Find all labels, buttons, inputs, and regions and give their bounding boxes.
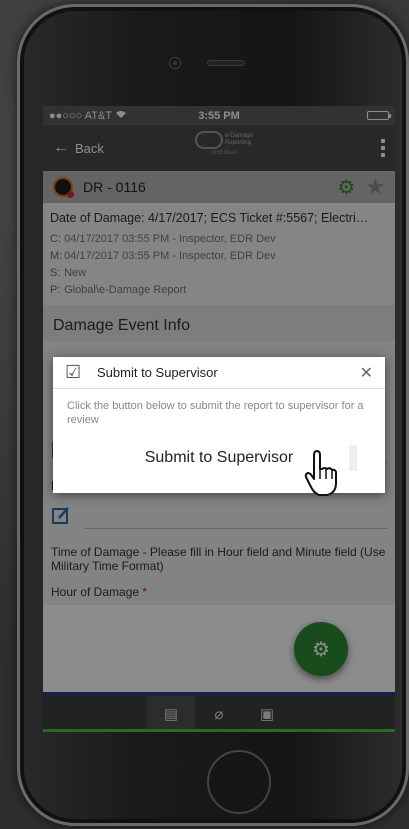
dialog-message: Click the button below to submit the rep… (67, 400, 364, 426)
camera-icon (169, 57, 181, 69)
app-screen: ●●○○○ AT&T 3:55 PM ← Back e-Damage Repor… (43, 106, 395, 732)
home-button[interactable] (207, 750, 271, 814)
dialog-header: ☑ Submit to Supervisor ✕ (53, 357, 385, 389)
checkbox-icon: ☑ (65, 362, 82, 382)
close-icon[interactable]: ✕ (360, 363, 373, 383)
speaker-grille (207, 60, 245, 66)
dialog-title: Submit to Supervisor (97, 365, 218, 380)
pointer-hand-icon (302, 449, 344, 502)
